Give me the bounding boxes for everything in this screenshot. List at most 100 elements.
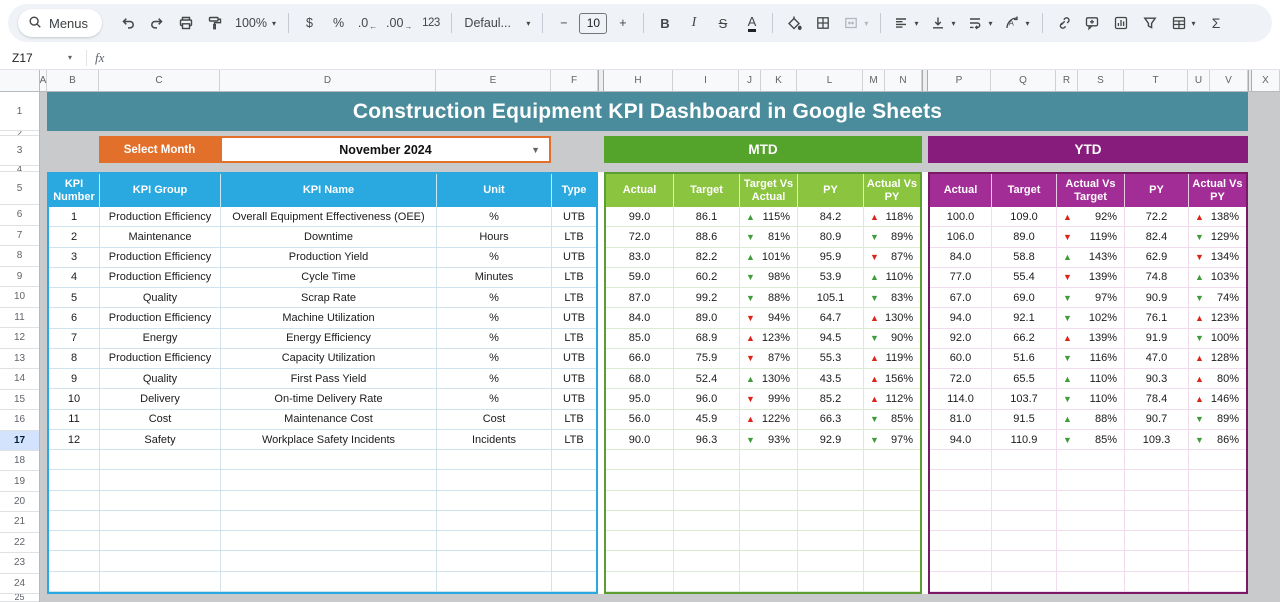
mtd-py-cell[interactable]: 55.3 bbox=[797, 349, 863, 368]
empty-cell[interactable] bbox=[220, 491, 436, 510]
empty-cell[interactable] bbox=[797, 572, 863, 591]
kpi-number-cell[interactable]: 2 bbox=[49, 227, 99, 246]
column-header-F[interactable]: F bbox=[551, 70, 598, 91]
empty-cell[interactable] bbox=[673, 491, 739, 510]
kpi-number-cell[interactable]: 7 bbox=[49, 329, 99, 348]
mtd-py-cell[interactable]: 94.5 bbox=[797, 329, 863, 348]
kpi-number-cell[interactable]: 12 bbox=[49, 430, 99, 449]
empty-cell[interactable] bbox=[1056, 470, 1124, 489]
ytd-actual-vs-py-cell[interactable]: ▼89% bbox=[1188, 410, 1246, 429]
empty-cell[interactable] bbox=[930, 511, 991, 530]
borders-button[interactable] bbox=[809, 10, 836, 37]
mtd-actual-cell[interactable]: 95.0 bbox=[606, 389, 673, 408]
kpi-group-cell[interactable]: Safety bbox=[99, 430, 220, 449]
empty-cell[interactable] bbox=[863, 491, 920, 510]
ytd-py-cell[interactable]: 90.7 bbox=[1124, 410, 1188, 429]
ytd-target-cell[interactable]: 89.0 bbox=[991, 227, 1056, 246]
column-header-U[interactable]: U bbox=[1188, 70, 1210, 91]
mtd-py-cell[interactable]: 105.1 bbox=[797, 288, 863, 307]
kpi-name-cell[interactable]: Cycle Time bbox=[220, 268, 436, 287]
format-currency-button[interactable]: $ bbox=[296, 10, 323, 37]
kpi-number-cell[interactable]: 11 bbox=[49, 410, 99, 429]
empty-cell[interactable] bbox=[673, 470, 739, 489]
type-cell[interactable]: UTB bbox=[551, 349, 596, 368]
empty-cell[interactable] bbox=[606, 470, 673, 489]
empty-cell[interactable] bbox=[1188, 551, 1246, 570]
decrease-decimal-button[interactable]: .0← bbox=[354, 10, 381, 37]
ytd-actual-cell[interactable]: 100.0 bbox=[930, 207, 991, 226]
type-cell[interactable]: LTB bbox=[551, 430, 596, 449]
ytd-actual-cell[interactable]: 92.0 bbox=[930, 329, 991, 348]
empty-cell[interactable] bbox=[220, 572, 436, 591]
ytd-actual-vs-py-cell[interactable]: ▼100% bbox=[1188, 329, 1246, 348]
empty-cell[interactable] bbox=[863, 470, 920, 489]
ytd-actual-cell[interactable]: 94.0 bbox=[930, 430, 991, 449]
unit-cell[interactable]: Cost bbox=[436, 410, 551, 429]
empty-cell[interactable] bbox=[1188, 572, 1246, 591]
kpi-name-cell[interactable]: Workplace Safety Incidents bbox=[220, 430, 436, 449]
mtd-actual-cell[interactable]: 85.0 bbox=[606, 329, 673, 348]
empty-cell[interactable] bbox=[1188, 450, 1246, 469]
empty-cell[interactable] bbox=[739, 470, 797, 489]
ytd-actual-vs-target-cell[interactable]: ▼110% bbox=[1056, 389, 1124, 408]
kpi-name-cell[interactable]: Scrap Rate bbox=[220, 288, 436, 307]
kpi-name-cell[interactable]: Capacity Utilization bbox=[220, 349, 436, 368]
ytd-py-cell[interactable]: 90.9 bbox=[1124, 288, 1188, 307]
mtd-actual-cell[interactable]: 59.0 bbox=[606, 268, 673, 287]
empty-cell[interactable] bbox=[99, 572, 220, 591]
empty-cell[interactable] bbox=[436, 470, 551, 489]
type-cell[interactable]: UTB bbox=[551, 207, 596, 226]
mtd-actual-cell[interactable]: 90.0 bbox=[606, 430, 673, 449]
empty-cell[interactable] bbox=[49, 470, 99, 489]
ytd-target-cell[interactable]: 91.5 bbox=[991, 410, 1056, 429]
ytd-py-cell[interactable]: 72.2 bbox=[1124, 207, 1188, 226]
empty-cell[interactable] bbox=[673, 511, 739, 530]
decrease-font-size-button[interactable]: − bbox=[550, 10, 577, 37]
column-header-I[interactable]: I bbox=[673, 70, 739, 91]
kpi-name-cell[interactable]: Energy Efficiency bbox=[220, 329, 436, 348]
ytd-actual-vs-py-cell[interactable]: ▼134% bbox=[1188, 248, 1246, 267]
type-cell[interactable]: LTB bbox=[551, 288, 596, 307]
kpi-group-cell[interactable]: Production Efficiency bbox=[99, 248, 220, 267]
unit-cell[interactable]: Incidents bbox=[436, 430, 551, 449]
empty-cell[interactable] bbox=[991, 511, 1056, 530]
column-header-M[interactable]: M bbox=[863, 70, 885, 91]
create-filter-button[interactable] bbox=[1137, 10, 1164, 37]
ytd-actual-vs-py-cell[interactable]: ▲138% bbox=[1188, 207, 1246, 226]
column-header-A[interactable]: A bbox=[40, 70, 47, 91]
ytd-actual-vs-target-cell[interactable]: ▲139% bbox=[1056, 329, 1124, 348]
empty-cell[interactable] bbox=[991, 491, 1056, 510]
row-header-21[interactable]: 21 bbox=[0, 512, 39, 532]
kpi-number-cell[interactable]: 5 bbox=[49, 288, 99, 307]
ytd-actual-vs-py-cell[interactable]: ▲146% bbox=[1188, 389, 1246, 408]
mtd-target-vs-actual-cell[interactable]: ▼93% bbox=[739, 430, 797, 449]
row-header-13[interactable]: 13 bbox=[0, 349, 39, 370]
empty-cell[interactable] bbox=[739, 511, 797, 530]
mtd-target-cell[interactable]: 82.2 bbox=[673, 248, 739, 267]
mtd-actual-cell[interactable]: 83.0 bbox=[606, 248, 673, 267]
insert-link-button[interactable] bbox=[1050, 10, 1077, 37]
empty-cell[interactable] bbox=[797, 511, 863, 530]
empty-cell[interactable] bbox=[551, 491, 596, 510]
mtd-target-cell[interactable]: 52.4 bbox=[673, 369, 739, 388]
column-header-X[interactable]: X bbox=[1252, 70, 1280, 91]
ytd-actual-vs-target-cell[interactable]: ▼116% bbox=[1056, 349, 1124, 368]
ytd-target-cell[interactable]: 58.8 bbox=[991, 248, 1056, 267]
empty-cell[interactable] bbox=[551, 470, 596, 489]
empty-cell[interactable] bbox=[991, 572, 1056, 591]
empty-cell[interactable] bbox=[797, 491, 863, 510]
column-header-R[interactable]: R bbox=[1056, 70, 1078, 91]
type-cell[interactable]: LTB bbox=[551, 227, 596, 246]
ytd-target-cell[interactable]: 65.5 bbox=[991, 369, 1056, 388]
kpi-name-cell[interactable]: Downtime bbox=[220, 227, 436, 246]
mtd-py-cell[interactable]: 95.9 bbox=[797, 248, 863, 267]
mtd-actual-vs-py-cell[interactable]: ▼85% bbox=[863, 410, 920, 429]
row-header-17[interactable]: 17 bbox=[0, 431, 39, 452]
mtd-target-cell[interactable]: 45.9 bbox=[673, 410, 739, 429]
ytd-actual-vs-target-cell[interactable]: ▲92% bbox=[1056, 207, 1124, 226]
empty-cell[interactable] bbox=[673, 572, 739, 591]
text-color-button[interactable]: A bbox=[738, 10, 765, 37]
mtd-py-cell[interactable]: 92.9 bbox=[797, 430, 863, 449]
empty-cell[interactable] bbox=[1124, 551, 1188, 570]
mtd-actual-vs-py-cell[interactable]: ▼89% bbox=[863, 227, 920, 246]
